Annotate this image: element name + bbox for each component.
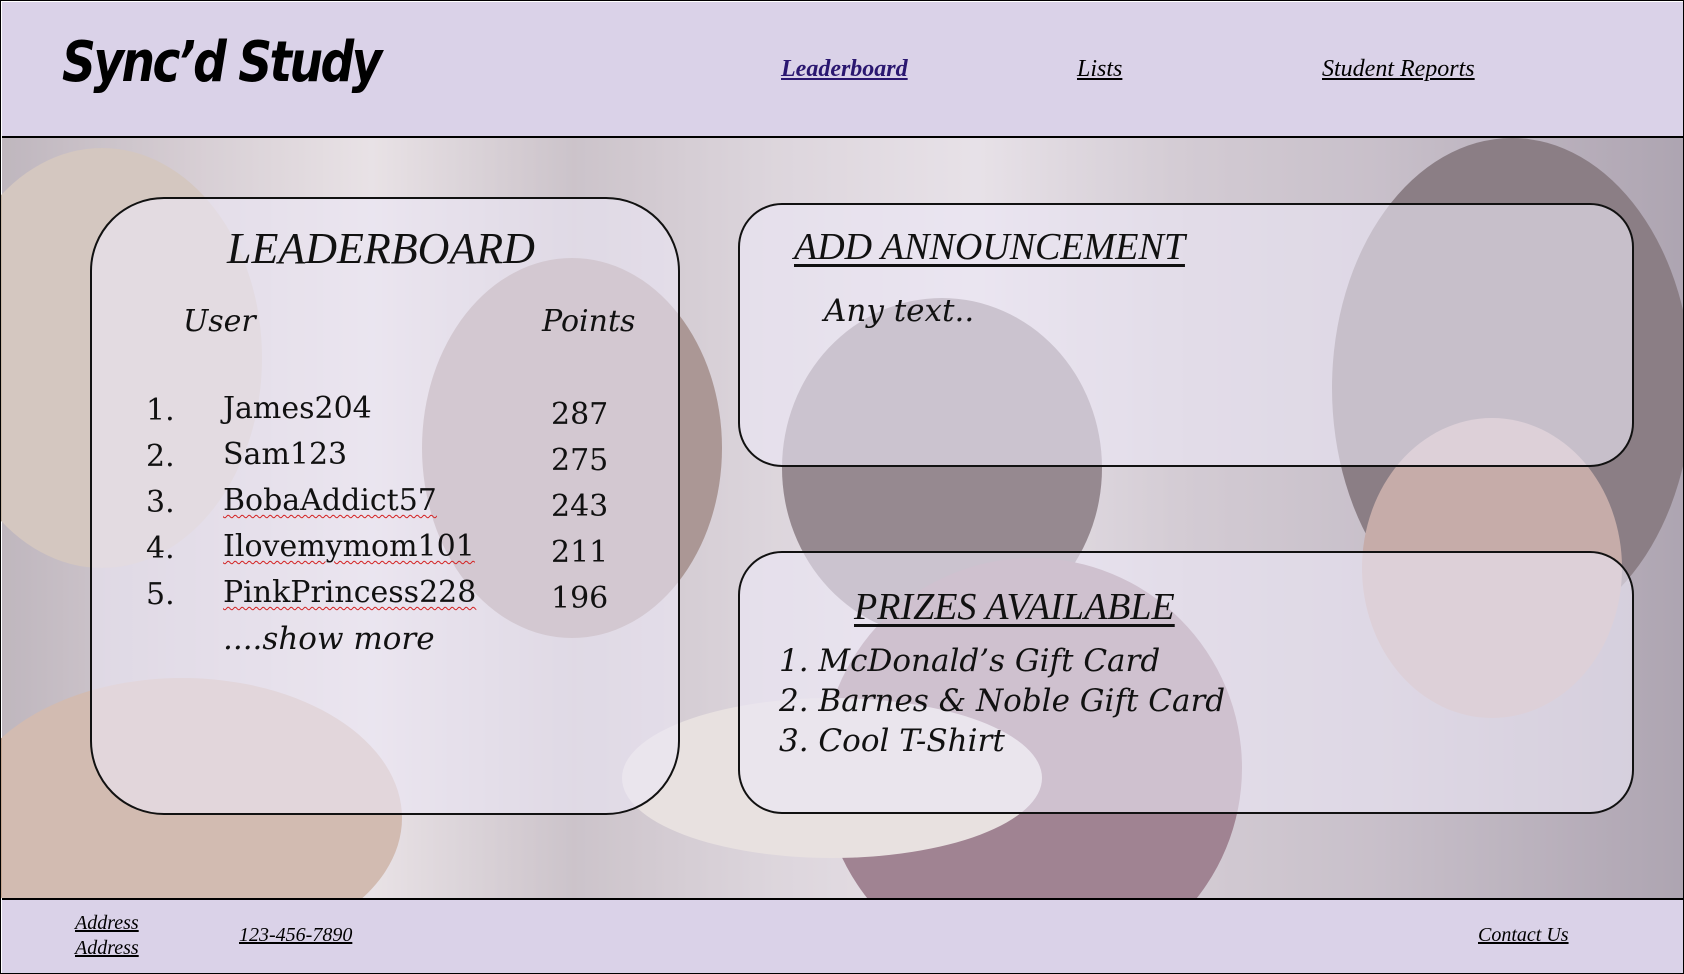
rank-number: 3. bbox=[146, 485, 175, 520]
footer-contact-link[interactable]: Contact Us bbox=[1478, 924, 1569, 947]
leaderboard-user[interactable]: Sam123 bbox=[223, 437, 347, 472]
rank-number: 1. bbox=[146, 393, 175, 428]
leaderboard-user[interactable]: Ilovemymom101 bbox=[223, 529, 475, 564]
page-frame: Sync’d Study Leaderboard Lists Student R… bbox=[0, 0, 1684, 974]
leaderboard-points: 287 bbox=[551, 397, 609, 432]
footer-address-link[interactable]: Address bbox=[75, 937, 139, 960]
rank-number: 4. bbox=[146, 531, 175, 566]
nav-student-reports[interactable]: Student Reports bbox=[1322, 56, 1475, 83]
show-more-link[interactable]: ....show more bbox=[223, 621, 435, 657]
site-logo[interactable]: Sync’d Study bbox=[62, 30, 382, 95]
prize-item: 2. Barnes & Noble Gift Card bbox=[779, 683, 1226, 719]
prize-item: 3. Cool T-Shirt bbox=[779, 723, 1005, 759]
leaderboard-user[interactable]: BobaAddict57 bbox=[223, 483, 437, 518]
column-header-points: Points bbox=[542, 304, 636, 339]
prize-item: 1. McDonald’s Gift Card bbox=[779, 643, 1161, 679]
column-header-user: User bbox=[183, 304, 256, 339]
rank-number: 5. bbox=[146, 577, 175, 612]
leaderboard-points: 275 bbox=[551, 443, 609, 478]
leaderboard-user[interactable]: James204 bbox=[223, 391, 372, 426]
site-header: Sync’d Study Leaderboard Lists Student R… bbox=[2, 2, 1683, 138]
announcement-text-input[interactable]: Any text.. bbox=[824, 293, 974, 329]
leaderboard-points: 243 bbox=[551, 489, 609, 524]
leaderboard-user[interactable]: PinkPrincess228 bbox=[223, 575, 476, 610]
nav-lists[interactable]: Lists bbox=[1077, 56, 1122, 83]
leaderboard-points: 196 bbox=[551, 581, 609, 616]
rank-number: 2. bbox=[146, 439, 175, 474]
leaderboard-points: 211 bbox=[551, 535, 609, 570]
footer-address-link[interactable]: Address bbox=[75, 912, 139, 935]
announcement-title[interactable]: ADD ANNOUNCEMENT bbox=[794, 225, 1185, 269]
nav-leaderboard[interactable]: Leaderboard bbox=[781, 56, 908, 83]
site-footer: Address Address 123-456-7890 Contact Us bbox=[2, 898, 1683, 973]
footer-phone-link[interactable]: 123-456-7890 bbox=[239, 924, 352, 947]
leaderboard-title: LEADERBOARD bbox=[227, 224, 535, 273]
prizes-title[interactable]: PRIZES AVAILABLE bbox=[854, 585, 1175, 629]
